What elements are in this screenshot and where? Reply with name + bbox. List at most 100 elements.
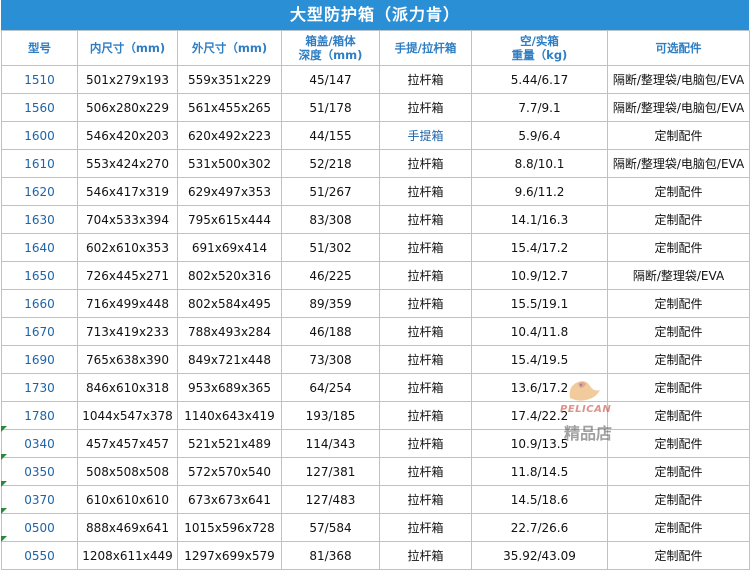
- model-cell: 1670: [1, 317, 78, 346]
- weight-cell: 10.4/11.8: [471, 317, 608, 346]
- depth-cell: 51/267: [281, 177, 380, 206]
- outer-size-cell: 953x689x365: [177, 373, 282, 402]
- case-type-cell: 拉杆箱: [379, 541, 472, 570]
- header-depth: 箱盖/箱体 深度（mm): [281, 30, 380, 66]
- header-label: 空/实箱: [520, 34, 559, 48]
- model-cell: 1630: [1, 205, 78, 234]
- depth-cell: 64/254: [281, 373, 380, 402]
- model-cell: 1660: [1, 289, 78, 318]
- depth-cell: 73/308: [281, 345, 380, 374]
- header-label: 箱盖/箱体: [305, 34, 356, 48]
- inner-size-cell: 506x280x229: [77, 93, 178, 122]
- header-label: 外尺寸（mm): [191, 41, 268, 55]
- case-type-cell: 拉杆箱: [379, 401, 472, 430]
- inner-size-cell: 501x279x193: [77, 65, 178, 94]
- model-cell: 1600: [1, 121, 78, 150]
- inner-size-cell: 846x610x318: [77, 373, 178, 402]
- case-type-cell: 拉杆箱: [379, 457, 472, 486]
- header-outer-size: 外尺寸（mm): [177, 30, 282, 66]
- weight-cell: 7.7/9.1: [471, 93, 608, 122]
- header-case-type: 手提/拉杆箱: [379, 30, 472, 66]
- accessories-cell: 定制配件: [607, 317, 750, 346]
- depth-cell: 46/225: [281, 261, 380, 290]
- case-type-cell: 拉杆箱: [379, 205, 472, 234]
- depth-cell: 51/178: [281, 93, 380, 122]
- table-row: 1610 553x424x270 531x500x302 52/218 拉杆箱 8.8/1…: [1, 149, 750, 178]
- model-cell: 1690: [1, 345, 78, 374]
- weight-cell: 14.5/18.6: [471, 485, 608, 514]
- outer-size-cell: 691x69x414: [177, 233, 282, 262]
- weight-cell: 15.4/19.5: [471, 345, 608, 374]
- spec-sheet: 大型防护箱（派力肯） 型号 内尺寸（mm) 外尺寸（mm) 箱盖/箱体 深度（mm) 手提…: [1, 0, 750, 570]
- page-title: 大型防护箱（派力肯）: [1, 0, 749, 30]
- case-type-cell: 拉杆箱: [379, 93, 472, 122]
- header-label: 型号: [28, 41, 51, 55]
- header-weight: 空/实箱 重量（kg): [471, 30, 608, 66]
- weight-cell: 15.4/17.2: [471, 233, 608, 262]
- model-cell: 0340: [1, 429, 78, 458]
- accessories-cell: 定制配件: [607, 233, 750, 262]
- depth-cell: 193/185: [281, 401, 380, 430]
- cell-marker-icon: [1, 536, 7, 542]
- outer-size-cell: 572x570x540: [177, 457, 282, 486]
- outer-size-cell: 1140x643x419: [177, 401, 282, 430]
- header-accessories: 可选配件: [607, 30, 750, 66]
- case-type-cell: 拉杆箱: [379, 261, 472, 290]
- accessories-cell: 定制配件: [607, 345, 750, 374]
- accessories-cell: 定制配件: [607, 121, 750, 150]
- model-cell: 1510: [1, 65, 78, 94]
- header-model: 型号: [1, 30, 78, 66]
- table-row: 0340 457x457x457 521x521x489 114/343 拉杆箱 10.9…: [1, 429, 750, 458]
- pelican-logo-icon: [569, 381, 600, 401]
- model-cell: 0500: [1, 513, 78, 542]
- weight-cell: 15.5/19.1: [471, 289, 608, 318]
- inner-size-cell: 457x457x457: [77, 429, 178, 458]
- table-body: 1510 501x279x193 559x351x229 45/147 拉杆箱 5.44/…: [1, 65, 750, 570]
- cell-marker-icon: [1, 508, 7, 514]
- inner-size-cell: 508x508x508: [77, 457, 178, 486]
- outer-size-cell: 849x721x448: [177, 345, 282, 374]
- accessories-cell: 定制配件: [607, 457, 750, 486]
- depth-cell: 46/188: [281, 317, 380, 346]
- watermark-brand: PELICAN: [560, 404, 612, 415]
- depth-cell: 57/584: [281, 513, 380, 542]
- case-type-cell: 拉杆箱: [379, 513, 472, 542]
- outer-size-cell: 802x584x495: [177, 289, 282, 318]
- depth-cell: 127/483: [281, 485, 380, 514]
- accessories-cell: 隔断/整理袋/电脑包/EVA: [607, 65, 750, 94]
- outer-size-cell: 673x673x641: [177, 485, 282, 514]
- outer-size-cell: 521x521x489: [177, 429, 282, 458]
- pelican-watermark: PELICAN 精品店: [560, 376, 630, 446]
- cell-marker-icon: [1, 481, 7, 487]
- outer-size-cell: 561x455x265: [177, 93, 282, 122]
- table-row: 0500 888x469x641 1015x596x728 57/584 拉杆箱 22.7…: [1, 513, 750, 542]
- case-type-cell: 拉杆箱: [379, 149, 472, 178]
- model-cell: 0550: [1, 541, 78, 570]
- outer-size-cell: 629x497x353: [177, 177, 282, 206]
- inner-size-cell: 726x445x271: [77, 261, 178, 290]
- case-type-cell: 拉杆箱: [379, 233, 472, 262]
- table-row: 1620 546x417x319 629x497x353 51/267 拉杆箱 9.6/1…: [1, 177, 750, 206]
- outer-size-cell: 1297x699x579: [177, 541, 282, 570]
- header-row: 型号 内尺寸（mm) 外尺寸（mm) 箱盖/箱体 深度（mm) 手提/拉杆箱 空/实箱 重量（…: [1, 30, 750, 66]
- header-inner-size: 内尺寸（mm): [77, 30, 178, 66]
- model-cell: 0350: [1, 457, 78, 486]
- header-label: 手提/拉杆箱: [394, 41, 457, 55]
- accessories-cell: 定制配件: [607, 541, 750, 570]
- model-cell: 1560: [1, 93, 78, 122]
- inner-size-cell: 602x610x353: [77, 233, 178, 262]
- weight-cell: 35.92/43.09: [471, 541, 608, 570]
- depth-cell: 83/308: [281, 205, 380, 234]
- spec-table: 型号 内尺寸（mm) 外尺寸（mm) 箱盖/箱体 深度（mm) 手提/拉杆箱 空/实箱 重量（…: [1, 30, 750, 570]
- depth-cell: 89/359: [281, 289, 380, 318]
- inner-size-cell: 1044x547x378: [77, 401, 178, 430]
- inner-size-cell: 704x533x394: [77, 205, 178, 234]
- depth-cell: 44/155: [281, 121, 380, 150]
- model-cell: 1620: [1, 177, 78, 206]
- inner-size-cell: 546x417x319: [77, 177, 178, 206]
- table-row: 0550 1208x611x449 1297x699x579 81/368 拉杆箱 35.…: [1, 541, 750, 570]
- depth-cell: 51/302: [281, 233, 380, 262]
- table-row: 1690 765x638x390 849x721x448 73/308 拉杆箱 15.4/…: [1, 345, 750, 374]
- weight-cell: 9.6/11.2: [471, 177, 608, 206]
- case-type-cell: 拉杆箱: [379, 345, 472, 374]
